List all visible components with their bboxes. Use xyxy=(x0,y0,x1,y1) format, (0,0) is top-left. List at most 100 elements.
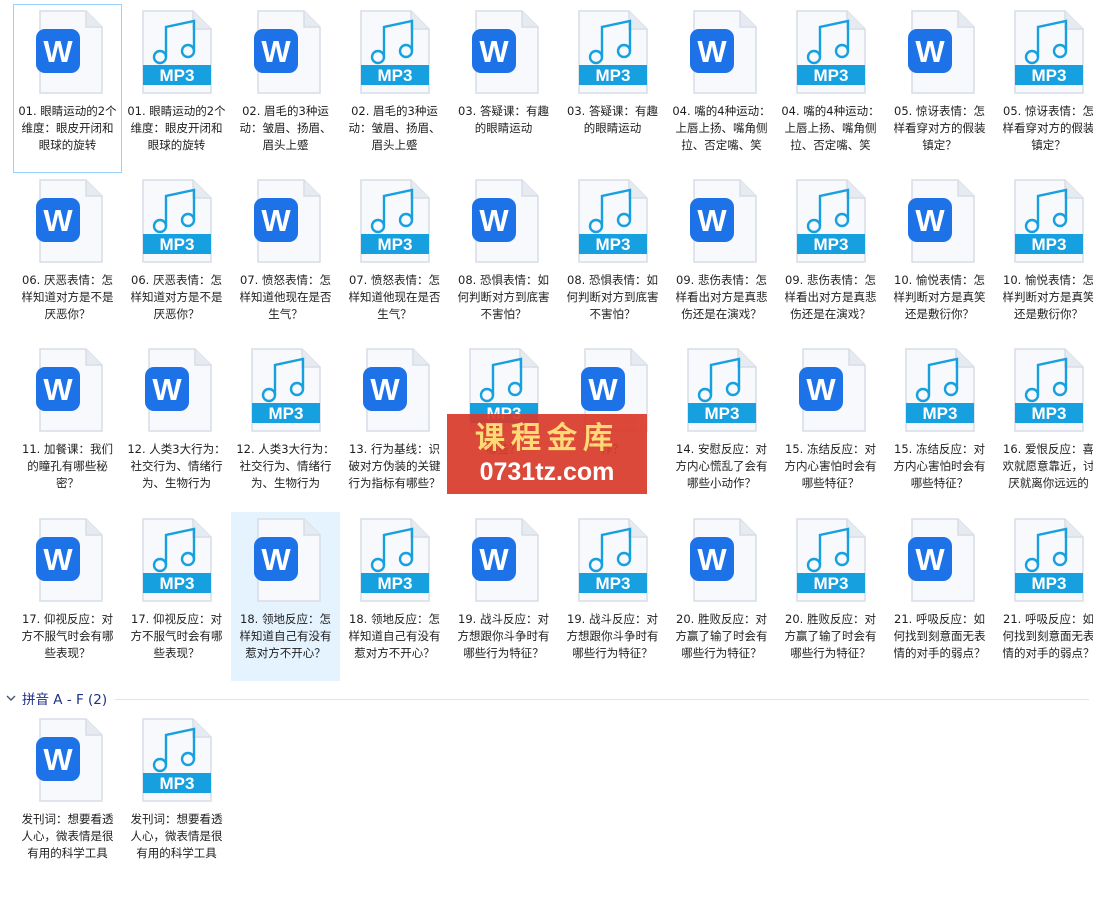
file-name: 15. 冻结反应：对方内心害怕时会有哪些特征？ xyxy=(893,442,986,490)
file-item-doc[interactable]: W 03. 答疑课：有趣的眼睛运动 xyxy=(449,4,558,173)
word-document-icon: W xyxy=(253,10,321,94)
group-header-pinyin-a-f[interactable]: 拼音 A - F (2) xyxy=(4,688,1089,708)
file-name: 发刊词：想要看透人心，微表情是很有用的科学工具 xyxy=(21,812,114,860)
mp3-audio-icon: MP3 xyxy=(577,10,648,94)
file-icon: MP3 xyxy=(791,515,871,605)
mp3-badge-label: MP3 xyxy=(704,404,739,423)
file-item-mp3[interactable]: MP3 02. 眉毛的3种运动：皱眉、扬眉、眉头上蹙 xyxy=(340,4,449,173)
file-item-doc[interactable]: W 11. 加餐课：我们的瞳孔有哪些秘密？ xyxy=(13,342,122,511)
mp3-badge-label: MP3 xyxy=(159,574,194,593)
file-name: 04. 嘴的4种运动：上唇上扬、嘴角侧拉、否定嘴、笑 xyxy=(781,104,880,152)
word-document-icon: W xyxy=(362,348,430,432)
file-item-doc[interactable]: W 12. 人类3大行为：社交行为、情绪行为、生物行为 xyxy=(122,342,231,511)
file-item-mp3[interactable]: MP3 07. 愤怒表情：怎样知道他现在是否生气？ xyxy=(340,173,449,342)
file-item-mp3[interactable]: MP3 10. 愉悦表情：怎样判断对方是真笑还是敷衍你？ xyxy=(994,173,1093,342)
file-item-doc[interactable]: W 05. 惊讶表情：怎样看穿对方的假装镇定？ xyxy=(885,4,994,173)
file-item-mp3[interactable]: MP3 01. 眼睛运动的2个维度：眼皮开闭和眼球的旋转 xyxy=(122,4,231,173)
file-icon: MP3 xyxy=(1009,345,1089,435)
file-item-mp3[interactable]: MP3 21. 呼吸反应：如何找到刻意面无表情的对手的弱点？ xyxy=(994,512,1093,681)
file-item-mp3[interactable]: MP3 04. 嘴的4种运动：上唇上扬、嘴角侧拉、否定嘴、笑 xyxy=(776,4,885,173)
file-item-doc[interactable]: W 02. 眉毛的3种运动：皱眉、扬眉、眉头上蹙 xyxy=(231,4,340,173)
file-item-mp3[interactable]: MP3 19. 战斗反应：对方想跟你斗争时有哪些行为特征？ xyxy=(558,512,667,681)
file-item-mp3[interactable]: MP3 12. 人类3大行为：社交行为、情绪行为、生物行为 xyxy=(231,342,340,511)
file-item-mp3[interactable]: MP3 05. 惊讶表情：怎样看穿对方的假装镇定？ xyxy=(994,4,1093,173)
file-item-mp3[interactable]: MP3 20. 胜败反应：对方赢了输了时会有哪些行为特征？ xyxy=(776,512,885,681)
file-item-doc[interactable]: W 01. 眼睛运动的2个维度：眼皮开闭和眼球的旋转 xyxy=(13,4,122,173)
file-icon: W xyxy=(246,176,326,266)
file-item-doc[interactable]: W 15. 冻结反应：对方内心害怕时会有哪些特征？ xyxy=(776,342,885,511)
file-icon: W xyxy=(246,515,326,605)
file-icon: MP3 xyxy=(137,176,217,266)
file-icon: W xyxy=(464,7,544,97)
file-item-doc[interactable]: W 17. 仰视反应：对方不服气时会有哪些表现？ xyxy=(13,512,122,681)
file-item-mp3[interactable]: MP3 18. 领地反应：怎样知道自己有没有惹对方不开心？ xyxy=(340,512,449,681)
file-name: 08. 恐惧表情：如何判断对方到底害不害怕？ xyxy=(566,273,659,321)
word-document-icon: W xyxy=(35,718,103,802)
file-name: 09. 悲伤表情：怎样看出对方是真悲伤还是在演戏？ xyxy=(675,273,768,321)
file-item-mp3[interactable]: MP3 14. 安慰反应：对方内心慌乱了会有哪些小动作？ xyxy=(667,342,776,511)
word-badge-label: W xyxy=(915,203,945,238)
file-item-mp3[interactable]: MP3 17. 仰视反应：对方不服气时会有哪些表现？ xyxy=(122,512,231,681)
mp3-badge-label: MP3 xyxy=(1031,235,1066,254)
mp3-badge-label: MP3 xyxy=(595,574,630,593)
file-item-mp3[interactable]: MP3 15. 冻结反应：对方内心害怕时会有哪些特征？ xyxy=(885,342,994,511)
file-item-mp3[interactable]: MP3 06. 厌恶表情：怎样知道对方是不是厌恶你？ xyxy=(122,173,231,342)
file-item-doc[interactable]: W 08. 恐惧表情：如何判断对方到底害不害怕？ xyxy=(449,173,558,342)
file-row: W 01. 眼睛运动的2个维度：眼皮开闭和眼球的旋转 MP3 01. 眼睛运动的2个维… xyxy=(13,4,1093,173)
mp3-badge-label: MP3 xyxy=(922,404,957,423)
file-item-doc[interactable]: W 06. 厌恶表情：怎样知道对方是不是厌恶你？ xyxy=(13,173,122,342)
file-icon: W xyxy=(682,515,762,605)
file-item-doc[interactable]: W 13. 行为基线：识破对方伪装的关键行为指标有哪些？ xyxy=(340,342,449,511)
mp3-badge-label: MP3 xyxy=(1031,66,1066,85)
file-icon: MP3 xyxy=(137,715,217,805)
file-item-doc[interactable]: W 07. 愤怒表情：怎样知道他现在是否生气？ xyxy=(231,173,340,342)
word-badge-label: W xyxy=(261,203,291,238)
file-name: 18. 领地反应：怎样知道自己有没有惹对方不开心？ xyxy=(239,612,332,660)
file-item-mp3[interactable]: MP3 09. 悲伤表情：怎样看出对方是真悲伤还是在演戏？ xyxy=(776,173,885,342)
mp3-audio-icon: MP3 xyxy=(250,348,321,432)
file-item-doc[interactable]: W 发刊词：想要看透人心，微表情是很有用的科学工具 xyxy=(13,712,122,881)
word-document-icon: W xyxy=(35,179,103,263)
file-row: W 17. 仰视反应：对方不服气时会有哪些表现？ MP3 17. 仰视反应：对方不服气… xyxy=(13,512,1093,681)
file-name: 01. 眼睛运动的2个维度：眼皮开闭和眼球的旋转 xyxy=(127,104,226,152)
mp3-badge-label: MP3 xyxy=(813,235,848,254)
file-name: 09. 悲伤表情：怎样看出对方是真悲伤还是在演戏？ xyxy=(784,273,877,321)
file-name: 20. 胜败反应：对方赢了输了时会有哪些行为特征？ xyxy=(675,612,768,660)
file-item-mp3[interactable]: MP3 08. 恐惧表情：如何判断对方到底害不害怕？ xyxy=(558,173,667,342)
file-name: 10. 愉悦表情：怎样判断对方是真笑还是敷衍你？ xyxy=(893,273,986,321)
file-icon: W xyxy=(900,176,980,266)
file-item-doc[interactable]: W 04. 嘴的4种运动：上唇上扬、嘴角侧拉、否定嘴、笑 xyxy=(667,4,776,173)
word-document-icon: W xyxy=(689,179,757,263)
mp3-badge-label: MP3 xyxy=(1031,404,1066,423)
mp3-badge-label: MP3 xyxy=(1031,574,1066,593)
file-item-mp3[interactable]: MP3 发刊词：想要看透人心，微表情是很有用的科学工具 xyxy=(122,712,231,881)
file-icon: W xyxy=(682,176,762,266)
word-badge-label: W xyxy=(370,372,400,407)
file-item-doc[interactable]: W 21. 呼吸反应：如何找到刻意面无表情的对手的弱点？ xyxy=(885,512,994,681)
file-item-doc[interactable]: W 19. 战斗反应：对方想跟你斗争时有哪些行为特征？ xyxy=(449,512,558,681)
mp3-badge-label: MP3 xyxy=(813,574,848,593)
file-icon: W xyxy=(28,715,108,805)
word-document-icon: W xyxy=(253,518,321,602)
file-icon: MP3 xyxy=(573,515,653,605)
mp3-audio-icon: MP3 xyxy=(577,518,648,602)
file-item-doc[interactable]: W 20. 胜败反应：对方赢了输了时会有哪些行为特征？ xyxy=(667,512,776,681)
file-item-doc[interactable]: W 18. 领地反应：怎样知道自己有没有惹对方不开心？ xyxy=(231,512,340,681)
word-badge-label: W xyxy=(697,203,727,238)
word-document-icon: W xyxy=(471,518,539,602)
mp3-audio-icon: MP3 xyxy=(359,179,430,263)
file-item-mp3[interactable]: MP3 03. 答疑课：有趣的眼睛运动 xyxy=(558,4,667,173)
group-label: 拼音 A - F (2) xyxy=(22,692,108,708)
mp3-badge-label: MP3 xyxy=(377,574,412,593)
file-item-doc[interactable]: W 10. 愉悦表情：怎样判断对方是真笑还是敷衍你？ xyxy=(885,173,994,342)
file-icon: MP3 xyxy=(1009,7,1089,97)
file-item-mp3[interactable]: MP3 16. 爱恨反应：喜欢就愿意靠近，讨厌就离你远远的 xyxy=(994,342,1093,511)
mp3-audio-icon: MP3 xyxy=(1013,348,1084,432)
chevron-down-icon[interactable] xyxy=(4,691,18,705)
file-item-doc[interactable]: W 09. 悲伤表情：怎样看出对方是真悲伤还是在演戏？ xyxy=(667,173,776,342)
mp3-badge-label: MP3 xyxy=(813,66,848,85)
mp3-audio-icon: MP3 xyxy=(359,10,430,94)
mp3-audio-icon: MP3 xyxy=(359,518,430,602)
watermark-title: 课程金库 xyxy=(475,421,619,456)
file-name: 19. 战斗反应：对方想跟你斗争时有哪些行为特征？ xyxy=(457,612,550,660)
